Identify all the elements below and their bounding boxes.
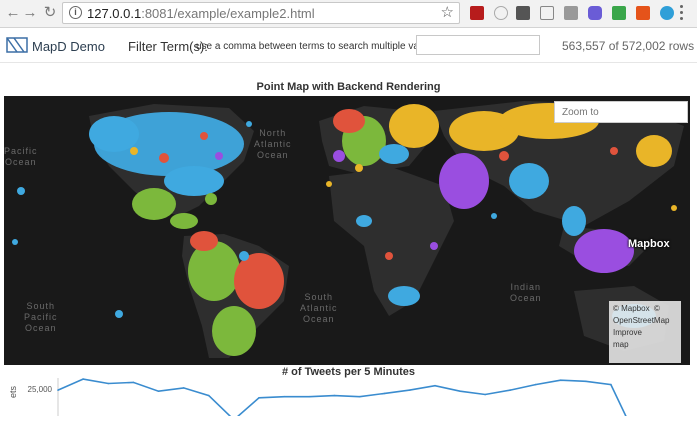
address-bar[interactable]: i 127.0.0.1:8081/example/example2.html ☆ <box>62 2 460 24</box>
mapbox-logo: Mapbox <box>628 238 670 250</box>
tweets-line-chart[interactable]: 25,000 <box>0 378 697 421</box>
data-point <box>459 390 461 392</box>
y-tick-label: 25,000 <box>28 385 53 394</box>
point-map[interactable]: Pacific Ocean North Atlantic Ocean South… <box>4 96 690 365</box>
data-point <box>258 397 260 399</box>
map-attribution: © Mapbox © OpenStreetMap Improve map <box>609 301 681 363</box>
data-point <box>283 395 286 398</box>
data-point <box>534 383 537 386</box>
bookmark-star-icon[interactable]: ☆ <box>441 4 454 22</box>
map-canvas <box>12 101 684 358</box>
reload-icon[interactable]: ↻ <box>41 4 59 22</box>
row-count: 563,557 of 572,002 rows <box>562 39 695 53</box>
data-point <box>208 394 210 397</box>
line-chart-canvas: 25,000 <box>28 378 630 421</box>
data-point <box>509 389 512 391</box>
site-info-icon[interactable]: i <box>69 6 82 19</box>
tweets-series-line <box>57 378 630 421</box>
data-point <box>358 395 361 398</box>
skype-extension-icon[interactable] <box>660 6 674 20</box>
zoom-to-input[interactable] <box>554 101 688 123</box>
hex-extension-icon[interactable] <box>588 6 602 20</box>
data-point <box>157 390 160 392</box>
page-extension-icon[interactable] <box>540 6 554 20</box>
y-axis-label: ets <box>8 385 18 398</box>
mapd-logo-icon <box>6 37 28 53</box>
ocean-label-south-pacific: South Pacific Ocean <box>24 301 58 333</box>
ocean-label-north-pacific: Pacific Ocean <box>4 146 38 167</box>
data-point <box>383 392 386 395</box>
green-extension-icon[interactable] <box>612 6 626 20</box>
attribution-osm-link[interactable]: OpenStreetMap <box>613 315 677 327</box>
data-point <box>132 381 135 384</box>
ocean-label-indian: Indian Ocean <box>510 282 542 303</box>
data-point <box>409 389 411 391</box>
screenshot-extension-icon[interactable] <box>516 6 530 20</box>
ocean-label-north-atlantic: North Atlantic Ocean <box>254 128 292 160</box>
data-point <box>333 394 336 397</box>
data-point <box>484 393 487 396</box>
forward-arrow-icon[interactable]: → <box>21 4 39 22</box>
brand-name: MapD Demo <box>32 39 105 54</box>
ocean-label-south-atlantic: South Atlantic Ocean <box>300 292 338 324</box>
browser-menu-icon[interactable] <box>680 5 684 21</box>
data-point <box>559 379 562 381</box>
data-point <box>182 387 185 389</box>
attribution-mapbox-link[interactable]: © Mapbox © <box>613 303 677 315</box>
data-point <box>82 378 84 380</box>
data-point <box>610 383 612 386</box>
data-point <box>584 380 587 383</box>
filter-input[interactable] <box>416 35 540 55</box>
address-url[interactable]: 127.0.0.1:8081/example/example2.html <box>87 6 315 22</box>
browser-toolbar: ← → ↻ i 127.0.0.1:8081/example/example2.… <box>0 0 697 28</box>
back-arrow-icon[interactable]: ← <box>4 4 22 22</box>
data-point <box>107 382 110 385</box>
grid-extension-icon[interactable] <box>564 6 578 20</box>
filter-hint: use a comma between terms to search mult… <box>196 41 438 52</box>
map-title: Point Map with Backend Rendering <box>256 81 441 93</box>
app-header: MapD Demo Filter Term(s): use a comma be… <box>0 29 697 63</box>
chart-title: # of Tweets per 5 Minutes <box>281 366 416 378</box>
attribution-improve-link[interactable]: Improve <box>613 327 677 339</box>
ghost-extension-icon[interactable] <box>494 6 508 20</box>
data-point <box>308 395 311 398</box>
attribution-map-link[interactable]: map <box>613 339 677 351</box>
data-point <box>434 384 436 387</box>
ublock-extension-icon[interactable] <box>470 6 484 20</box>
data-point <box>57 389 59 391</box>
office-extension-icon[interactable] <box>636 6 650 20</box>
